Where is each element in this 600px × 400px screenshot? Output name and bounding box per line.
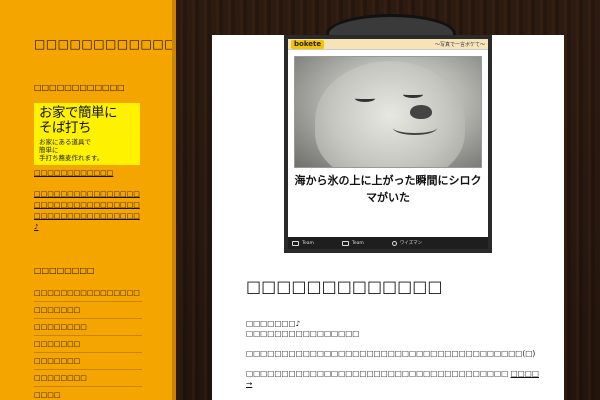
post-excerpt: □□□□□□□♪ □□□□□□□□□□□□□□□□ □□□□□□□□□□□□□□…	[246, 319, 546, 399]
ad-link[interactable]: □□□□□□□□□□□□	[34, 168, 172, 178]
footer-label: ワイズマン	[399, 241, 423, 246]
card-tagline: 〜写真で一言ボケて〜	[434, 41, 485, 48]
bokete-caption: 海から氷の上に上がった瞬間にシロクマがいた	[294, 174, 482, 204]
seal-eye-right	[403, 91, 423, 98]
main-content: bokete 〜写真で一言ボケて〜 海から氷の上に上がった瞬間にシロクマがいた …	[212, 35, 564, 400]
category-item[interactable]: □□□□□□□	[34, 353, 142, 370]
post-title[interactable]: □□□□□□□□□□□□□	[246, 276, 443, 298]
category-item[interactable]: □□□□□□□□□□□□□□□□	[34, 285, 142, 302]
excerpt-line: □□□□□□□□□□□□□□□□	[246, 329, 360, 338]
seal-head	[315, 61, 465, 167]
promo-link[interactable]: □□□□□□□□□□□□□□□□□□□□□□□□□□□□□□□□□□□□□□□□…	[34, 189, 142, 233]
bokete-b-icon	[391, 240, 397, 246]
card-header: bokete 〜写真で一言ボケて〜	[288, 39, 488, 50]
widget-heading-categories: □□□□□□□□	[34, 266, 95, 275]
card-footer: Team Team ワイズマン	[288, 237, 488, 249]
card-inner: bokete 〜写真で一言ボケて〜 海から氷の上に上がった瞬間にシロクマがいた …	[288, 39, 488, 249]
seal-nose	[410, 105, 432, 119]
seal-mouth	[393, 121, 437, 135]
excerpt-line: □□□□□□□♪	[246, 319, 301, 328]
seal-eye-left	[355, 95, 375, 102]
footer-author: ワイズマン	[391, 240, 423, 246]
soba-ad-banner[interactable]: お家で簡単に そば打ち お家にある道具で 簡単に 手打ち蕎麦作れます。	[34, 103, 140, 165]
camera-icon	[292, 240, 299, 246]
sidebar: □□□□□□□□□□□□□□□ □□□□□□□□□□□□ お家で簡単に そば打ち…	[0, 0, 176, 400]
category-item[interactable]: □□□□□□□	[34, 336, 142, 353]
site-title[interactable]: □□□□□□□□□□□□□□□	[34, 36, 172, 52]
category-item[interactable]: □□□□□□□□	[34, 370, 142, 387]
bokete-logo: bokete	[291, 39, 325, 49]
excerpt-paragraph: □□□□□□□□□□□□□□□□□□□□□□□□□□□□□□□□□□□□□□□(…	[246, 349, 536, 358]
excerpt-paragraph: □□□□□□□♪ □□□□□□□□□□□□□□□□	[246, 319, 546, 339]
widget-heading-featured: □□□□□□□□□□□□	[34, 83, 125, 92]
excerpt-line: □□□□□□□□□□□□□□□□□□□□□□□□□□□□□□□□□□□□□	[246, 369, 509, 378]
excerpt-paragraph: □□□□□□□□□□□□□□□□□□□□□□□□□□□□□□□□□□□□□ □□…	[246, 369, 546, 389]
category-item[interactable]: □□□□□□□	[34, 302, 142, 319]
footer-image-credit: Team	[341, 240, 364, 246]
image-icon	[341, 240, 349, 246]
category-item[interactable]: □□□□	[34, 387, 142, 400]
footer-photo-credit: Team	[292, 240, 314, 246]
footer-label: Team	[302, 240, 314, 246]
category-list: □□□□□□□□□□□□□□□□ □□□□□□□ □□□□□□□□ □□□□□□…	[34, 285, 142, 400]
ad-subtitle: お家にある道具で 簡単に 手打ち蕎麦作れます。	[39, 138, 104, 162]
ad-title: お家で簡単に そば打ち	[39, 105, 118, 136]
category-item[interactable]: □□□□□□□□	[34, 319, 142, 336]
footer-label: Team	[351, 240, 364, 246]
seal-photo	[294, 56, 482, 168]
bokete-card[interactable]: bokete 〜写真で一言ボケて〜 海から氷の上に上がった瞬間にシロクマがいた …	[284, 35, 492, 253]
